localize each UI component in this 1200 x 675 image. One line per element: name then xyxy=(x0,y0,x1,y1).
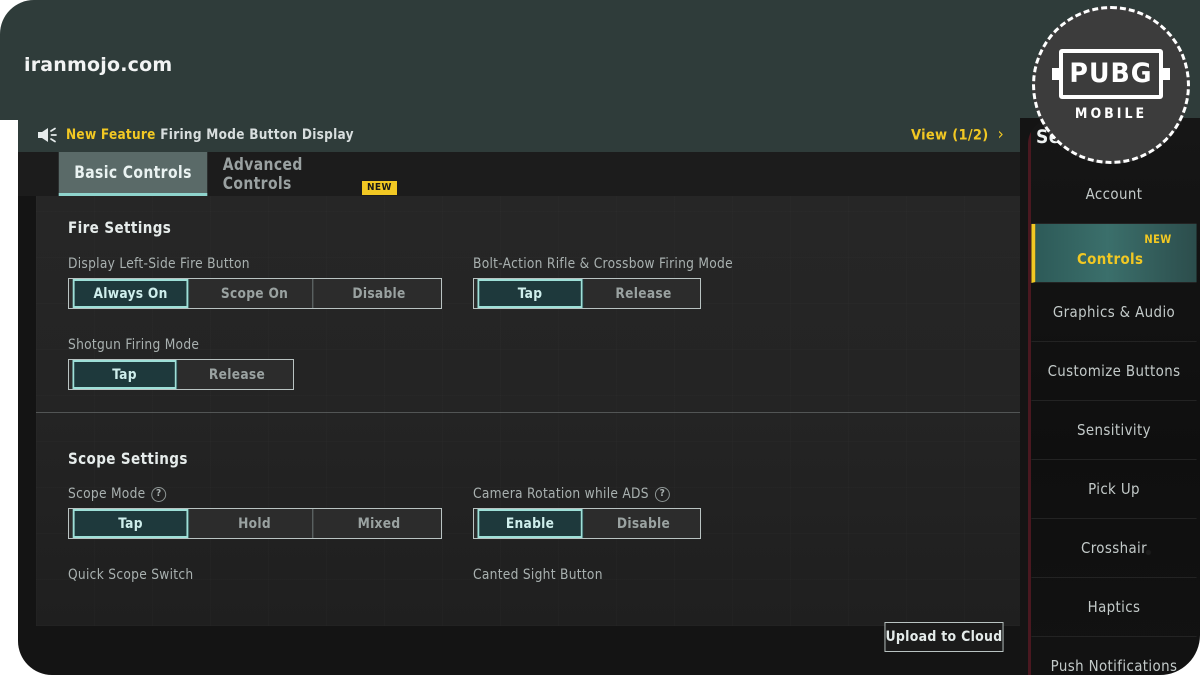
tab-advanced-controls[interactable]: Advanced Controls xyxy=(223,152,372,196)
field-label-text: Bolt-Action Rifle & Crossbow Firing Mode xyxy=(473,256,733,272)
section-title-fire-settings: Fire Settings xyxy=(68,218,172,237)
sidebar-item-customize-buttons[interactable]: Customize Buttons xyxy=(1031,342,1197,401)
sidebar-item-label: Push Notifications xyxy=(1050,657,1178,675)
sidebar-item-graphics-audio[interactable]: Graphics & Audio xyxy=(1031,283,1197,342)
option-always-on[interactable]: Always On xyxy=(72,279,190,308)
segmented-shotgun-firing-mode[interactable]: Tap Release xyxy=(68,359,294,390)
tab-new-badge: NEW xyxy=(362,181,397,195)
option-enable[interactable]: Enable xyxy=(477,509,584,538)
option-tap[interactable]: Tap xyxy=(477,279,584,308)
field-label-text: Display Left-Side Fire Button xyxy=(68,256,250,272)
segmented-scope-mode[interactable]: Tap Hold Mixed xyxy=(68,508,442,539)
sidebar-new-badge: NEW xyxy=(1144,232,1172,246)
sidebar-item-pick-up[interactable]: Pick Up xyxy=(1031,460,1197,519)
label-canted-sight-button: Canted Sight Button xyxy=(473,567,603,583)
option-release[interactable]: Release xyxy=(590,279,696,308)
segmented-display-left-side-fire-button[interactable]: Always On Scope On Disable xyxy=(68,278,442,309)
sidebar-item-crosshair[interactable]: Crosshair xyxy=(1031,519,1197,578)
field-label-text: Quick Scope Switch xyxy=(68,567,194,583)
pubg-settings-screen: iranmojo.com New Feature Firing Mode But… xyxy=(0,0,1200,675)
megaphone-icon xyxy=(36,125,58,145)
sidebar-item-label: Haptics xyxy=(1087,598,1141,616)
feature-body: Firing Mode Button Display xyxy=(155,127,354,143)
upload-to-cloud-button[interactable]: Upload to Cloud xyxy=(884,622,1004,652)
help-icon[interactable]: ? xyxy=(655,486,670,502)
pubg-logo-subtitle: MOBILE xyxy=(1074,105,1148,122)
option-hold[interactable]: Hold xyxy=(197,509,314,538)
sidebar-item-push-notifications[interactable]: Push Notifications xyxy=(1031,637,1196,675)
sidebar-item-label: Controls xyxy=(1076,250,1144,268)
sidebar-item-account[interactable]: Account xyxy=(1031,165,1197,224)
sidebar-item-controls[interactable]: NEW Controls xyxy=(1031,224,1197,283)
sidebar-menu: Account NEW Controls Graphics & Audio Cu… xyxy=(1028,165,1200,675)
segmented-bolt-action-firing-mode[interactable]: Tap Release xyxy=(473,278,701,309)
sidebar-item-sensitivity[interactable]: Sensitivity xyxy=(1031,401,1197,460)
label-display-left-side-fire-button: Display Left-Side Fire Button xyxy=(68,256,250,272)
chevron-right-icon: › xyxy=(997,124,1004,145)
watermark-text: iranmojo.com xyxy=(24,54,173,76)
feature-banner-text: New Feature Firing Mode Button Display xyxy=(66,127,354,143)
new-feature-banner[interactable]: New Feature Firing Mode Button Display V… xyxy=(18,118,1020,152)
option-tap[interactable]: Tap xyxy=(72,509,190,538)
sidebar-item-label: Sensitivity xyxy=(1077,421,1151,439)
sidebar-item-label: Customize Buttons xyxy=(1047,362,1181,380)
option-scope-on[interactable]: Scope On xyxy=(197,279,314,308)
section-title-scope-settings: Scope Settings xyxy=(68,449,188,468)
option-disable[interactable]: Disable xyxy=(590,509,696,538)
option-release[interactable]: Release xyxy=(184,360,289,389)
option-tap[interactable]: Tap xyxy=(72,360,178,389)
option-mixed[interactable]: Mixed xyxy=(321,509,438,538)
field-label-text: Shotgun Firing Mode xyxy=(68,337,200,353)
label-scope-mode: Scope Mode ? xyxy=(68,486,167,502)
segmented-camera-rotation-while-ads[interactable]: Enable Disable xyxy=(473,508,701,539)
label-camera-rotation-while-ads: Camera Rotation while ADS ? xyxy=(473,486,670,502)
top-bar: iranmojo.com xyxy=(0,0,1200,120)
sidebar-item-label: Crosshair xyxy=(1080,539,1148,557)
settings-sidebar: Settings Account NEW Controls Graphics &… xyxy=(1028,118,1200,675)
field-label-text: Scope Mode xyxy=(68,486,146,502)
sidebar-item-label: Pick Up xyxy=(1088,480,1140,498)
view-label: View (1/2) xyxy=(910,127,989,143)
option-disable[interactable]: Disable xyxy=(321,279,438,308)
field-label-text: Canted Sight Button xyxy=(473,567,603,583)
pubg-logo-frame: PUBG xyxy=(1059,48,1163,99)
sidebar-item-label: Account xyxy=(1085,185,1143,203)
settings-window: New Feature Firing Mode Button Display V… xyxy=(18,118,1138,675)
pubg-mobile-logo: PUBG MOBILE xyxy=(1032,6,1190,164)
settings-content-panel: Fire Settings Display Left-Side Fire But… xyxy=(36,196,1020,626)
tab-basic-controls[interactable]: Basic Controls xyxy=(58,152,208,196)
sidebar-item-haptics[interactable]: Haptics xyxy=(1031,578,1197,637)
field-label-text: Camera Rotation while ADS xyxy=(473,486,649,502)
tab-label: Advanced Controls xyxy=(222,155,303,193)
pubg-logo-word: PUBG xyxy=(1069,58,1153,89)
help-icon[interactable]: ? xyxy=(151,486,167,502)
label-bolt-action-rifle-crossbow-firing-mode: Bolt-Action Rifle & Crossbow Firing Mode xyxy=(473,256,733,272)
view-pager-link[interactable]: View (1/2) › xyxy=(910,124,1004,145)
feature-highlight: New Feature xyxy=(66,127,156,143)
label-quick-scope-switch: Quick Scope Switch xyxy=(68,567,193,583)
sidebar-item-label: Graphics & Audio xyxy=(1052,303,1176,321)
section-divider xyxy=(36,412,1020,413)
label-shotgun-firing-mode: Shotgun Firing Mode xyxy=(68,337,199,353)
tab-label: Basic Controls xyxy=(74,163,192,182)
tab-bar: Basic Controls Advanced Controls NEW xyxy=(18,152,1020,196)
